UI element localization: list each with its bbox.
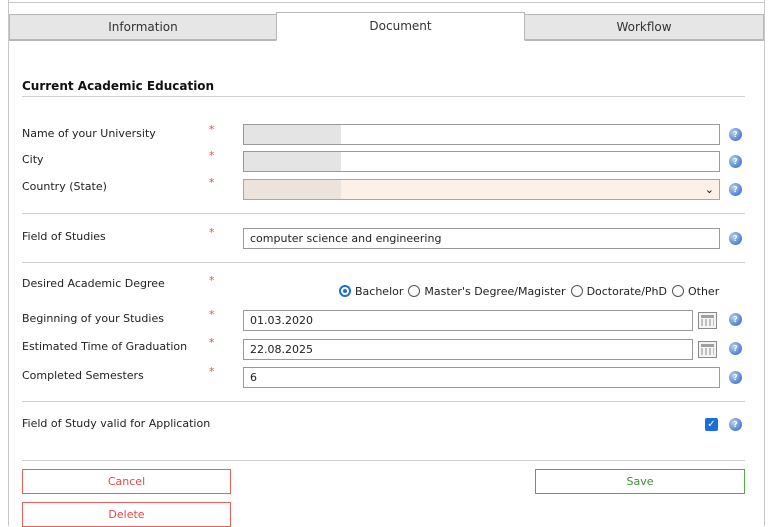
country-label: Country (State) [22, 180, 107, 193]
cancel-button[interactable]: Cancel [22, 469, 231, 494]
university-input[interactable] [243, 124, 720, 145]
section-title: Current Academic Education [22, 79, 215, 93]
semesters-label: Completed Semesters [22, 369, 144, 382]
section-divider [22, 213, 745, 214]
redacted-value [244, 180, 341, 199]
help-icon[interactable]: ? [729, 183, 742, 196]
country-select[interactable]: ⌄ [243, 179, 720, 200]
graduation-date-input[interactable]: 22.08.2025 [243, 339, 693, 360]
redacted-value [244, 152, 341, 171]
required-marker: * [209, 336, 215, 349]
degree-option-master[interactable]: Master's Degree/Magister [408, 284, 566, 298]
checkbox-checked-icon[interactable]: ✓ [705, 418, 718, 431]
required-marker: * [209, 226, 215, 239]
chevron-down-icon: ⌄ [704, 183, 714, 196]
radio-icon[interactable] [671, 285, 684, 297]
beginning-label: Beginning of your Studies [22, 312, 164, 325]
help-icon[interactable]: ? [729, 418, 742, 431]
city-input[interactable] [243, 151, 720, 172]
option-label: Master's Degree/Magister [424, 284, 566, 298]
section-divider [22, 460, 745, 461]
calendar-icon[interactable] [698, 341, 717, 358]
option-label: Bachelor [355, 284, 404, 298]
city-label: City [22, 153, 44, 166]
save-button[interactable]: Save [535, 469, 745, 494]
help-icon[interactable]: ? [729, 128, 742, 141]
radio-icon[interactable] [570, 285, 583, 297]
radio-selected-icon[interactable] [339, 285, 351, 297]
option-label: Other [687, 284, 720, 298]
required-marker: * [209, 308, 215, 321]
degree-option-doctorate[interactable]: Doctorate/PhD [570, 284, 667, 298]
required-marker: * [209, 176, 215, 189]
help-icon[interactable]: ? [729, 371, 742, 384]
help-icon[interactable]: ? [729, 232, 742, 245]
university-label: Name of your University [22, 127, 156, 140]
option-label: Doctorate/PhD [586, 284, 667, 298]
valid-for-application-label: Field of Study valid for Application [22, 417, 211, 430]
section-divider [22, 262, 745, 263]
radio-icon[interactable] [408, 285, 421, 297]
field-of-studies-label: Field of Studies [22, 230, 106, 243]
help-icon[interactable]: ? [729, 342, 742, 355]
section-divider [22, 401, 745, 402]
redacted-value [244, 125, 341, 144]
section-divider [22, 96, 745, 97]
help-icon[interactable]: ? [729, 155, 742, 168]
required-marker: * [209, 365, 215, 378]
tab-document[interactable]: Document [276, 12, 525, 41]
help-icon[interactable]: ? [729, 313, 742, 326]
degree-option-bachelor[interactable]: Bachelor [339, 285, 403, 298]
semesters-input[interactable]: 6 [243, 367, 720, 388]
tab-workflow[interactable]: Workflow [524, 14, 764, 40]
required-marker: * [209, 149, 215, 162]
calendar-icon[interactable] [698, 312, 717, 329]
tab-information[interactable]: Information [9, 14, 277, 40]
required-marker: * [209, 123, 215, 136]
degree-label: Desired Academic Degree [22, 277, 165, 290]
beginning-date-input[interactable]: 01.03.2020 [243, 310, 693, 331]
degree-radio-group: Bachelor Master's Degree/Magister Doctor… [339, 283, 724, 299]
required-marker: * [209, 274, 215, 287]
delete-button[interactable]: Delete [22, 502, 231, 527]
field-of-studies-input[interactable]: computer science and engineering [243, 228, 720, 249]
graduation-label: Estimated Time of Graduation [22, 340, 188, 353]
degree-option-other[interactable]: Other [671, 284, 720, 298]
